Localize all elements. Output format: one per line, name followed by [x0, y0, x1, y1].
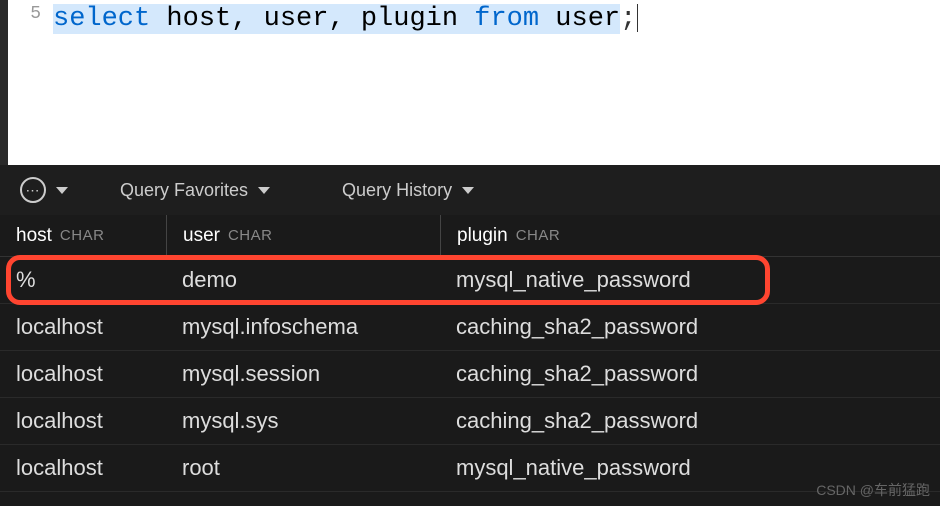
line-gutter: 5 — [8, 0, 53, 165]
column-header-plugin[interactable]: plugin CHAR — [440, 215, 940, 256]
identifier: host — [166, 4, 231, 34]
identifier: plugin — [361, 4, 458, 34]
identifier: user — [555, 4, 620, 34]
cell-user: mysql.session — [166, 361, 440, 387]
chevron-down-icon — [56, 187, 68, 194]
more-options-button[interactable]: ⋯ — [20, 177, 68, 203]
text-cursor — [637, 4, 638, 32]
ellipsis-icon: ⋯ — [20, 177, 46, 203]
code-content[interactable]: select host, user, plugin from user; — [53, 0, 940, 165]
cell-host: localhost — [0, 314, 166, 340]
table-row[interactable]: localhost mysql.session caching_sha2_pas… — [0, 351, 940, 398]
cell-plugin: caching_sha2_password — [440, 314, 940, 340]
cell-user: demo — [166, 267, 440, 293]
punct-semi: ; — [620, 4, 636, 34]
cell-user: root — [166, 455, 440, 481]
cell-host: localhost — [0, 408, 166, 434]
keyword-select: select — [53, 4, 150, 34]
query-favorites-button[interactable]: Query Favorites — [120, 180, 270, 201]
cell-user: mysql.sys — [166, 408, 440, 434]
identifier: user — [264, 4, 329, 34]
chevron-down-icon — [462, 187, 474, 194]
table-row[interactable]: localhost mysql.infoschema caching_sha2_… — [0, 304, 940, 351]
table-row[interactable]: % demo mysql_native_password — [0, 257, 940, 304]
cell-host: % — [0, 267, 166, 293]
table-row[interactable]: localhost root mysql_native_password — [0, 445, 940, 492]
cell-plugin: mysql_native_password — [440, 455, 940, 481]
results-table: host CHAR user CHAR plugin CHAR % demo m… — [0, 215, 940, 492]
keyword-from: from — [474, 4, 539, 34]
cell-host: localhost — [0, 361, 166, 387]
cell-plugin: caching_sha2_password — [440, 361, 940, 387]
line-number: 5 — [8, 4, 41, 24]
results-toolbar: ⋯ Query Favorites Query History — [0, 165, 940, 215]
sql-editor[interactable]: 5 select host, user, plugin from user; — [0, 0, 940, 165]
cell-plugin: caching_sha2_password — [440, 408, 940, 434]
table-body: % demo mysql_native_password localhost m… — [0, 257, 940, 492]
chevron-down-icon — [258, 187, 270, 194]
watermark: CSDN @车前猛跑 — [816, 480, 930, 500]
history-label: Query History — [342, 180, 452, 201]
table-row[interactable]: localhost mysql.sys caching_sha2_passwor… — [0, 398, 940, 445]
query-history-button[interactable]: Query History — [342, 180, 474, 201]
column-header-host[interactable]: host CHAR — [0, 215, 166, 256]
column-header-user[interactable]: user CHAR — [166, 215, 440, 256]
cell-host: localhost — [0, 455, 166, 481]
cell-plugin: mysql_native_password — [440, 267, 940, 293]
favorites-label: Query Favorites — [120, 180, 248, 201]
table-header-row: host CHAR user CHAR plugin CHAR — [0, 215, 940, 257]
cell-user: mysql.infoschema — [166, 314, 440, 340]
